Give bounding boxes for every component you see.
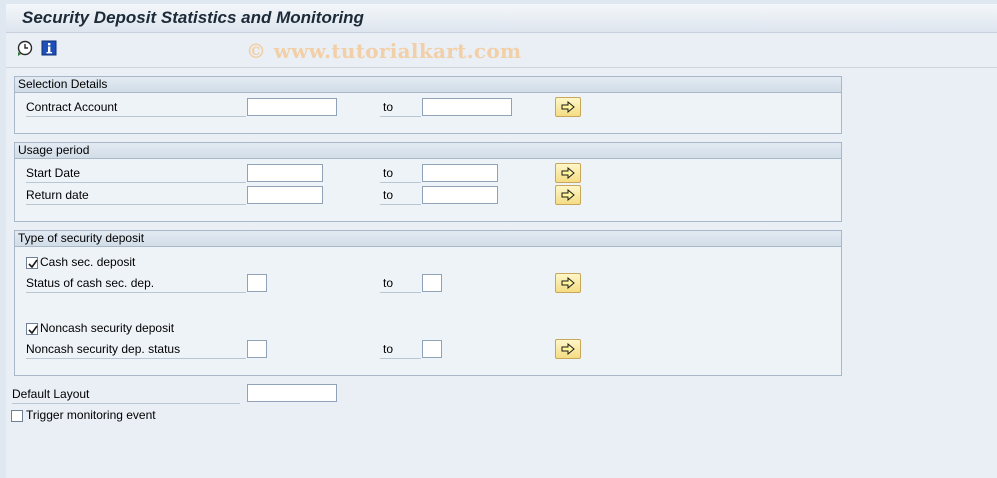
noncash-deposit-checkbox[interactable]	[26, 323, 38, 335]
multiple-selection-button[interactable]	[555, 339, 581, 359]
arrow-right-icon	[561, 167, 575, 179]
cash-status-from-input[interactable]	[247, 274, 267, 292]
trigger-monitoring-checkbox[interactable]	[11, 410, 23, 422]
noncash-status-to-input[interactable]	[422, 340, 442, 358]
return-date-label: Return date	[26, 187, 246, 205]
group-header: Selection Details	[15, 77, 841, 93]
contract-account-to-input[interactable]	[422, 98, 512, 116]
cash-deposit-label: Cash sec. deposit	[40, 255, 136, 269]
multiple-selection-button[interactable]	[555, 273, 581, 293]
noncash-deposit-label: Noncash security deposit	[40, 321, 175, 335]
to-label: to	[380, 165, 421, 183]
contract-account-label: Contract Account	[26, 99, 246, 117]
checkmark-icon	[28, 259, 38, 269]
multiple-selection-button[interactable]	[555, 185, 581, 205]
cash-deposit-checkbox[interactable]	[26, 257, 38, 269]
to-label: to	[380, 341, 421, 359]
noncash-status-label: Noncash security dep. status	[26, 341, 246, 359]
info-icon[interactable]	[41, 40, 57, 56]
group-deposit-type: Type of security deposit Cash sec. depos…	[14, 230, 842, 376]
arrow-right-icon	[561, 101, 575, 113]
checkmark-icon	[28, 325, 38, 335]
cash-status-label: Status of cash sec. dep.	[26, 275, 246, 293]
noncash-status-from-input[interactable]	[247, 340, 267, 358]
default-layout-label: Default Layout	[12, 386, 240, 404]
return-date-from-input[interactable]	[247, 186, 323, 204]
start-date-from-input[interactable]	[247, 164, 323, 182]
group-selection-details: Selection Details Contract Account to	[14, 76, 842, 134]
cash-status-to-input[interactable]	[422, 274, 442, 292]
group-usage-period: Usage period Start Date to Return date t…	[14, 142, 842, 222]
group-header: Type of security deposit	[15, 231, 841, 247]
return-date-to-input[interactable]	[422, 186, 498, 204]
start-date-to-input[interactable]	[422, 164, 498, 182]
to-label: to	[380, 275, 421, 293]
group-header: Usage period	[15, 143, 841, 159]
arrow-right-icon	[561, 343, 575, 355]
multiple-selection-button[interactable]	[555, 97, 581, 117]
arrow-right-icon	[561, 189, 575, 201]
application-toolbar: © www.tutorialkart.com	[6, 33, 997, 68]
default-layout-input[interactable]	[247, 384, 337, 402]
selection-screen: Selection Details Contract Account to Us…	[6, 68, 997, 478]
to-label: to	[380, 187, 421, 205]
title-bar: Security Deposit Statistics and Monitori…	[6, 4, 997, 33]
trigger-monitoring-label: Trigger monitoring event	[26, 408, 156, 422]
contract-account-from-input[interactable]	[247, 98, 337, 116]
clock-execute-icon[interactable]	[17, 40, 33, 56]
arrow-right-icon	[561, 277, 575, 289]
start-date-label: Start Date	[26, 165, 246, 183]
to-label: to	[380, 99, 421, 117]
page-title: Security Deposit Statistics and Monitori…	[22, 8, 364, 27]
watermark-text: © www.tutorialkart.com	[246, 39, 522, 63]
multiple-selection-button[interactable]	[555, 163, 581, 183]
